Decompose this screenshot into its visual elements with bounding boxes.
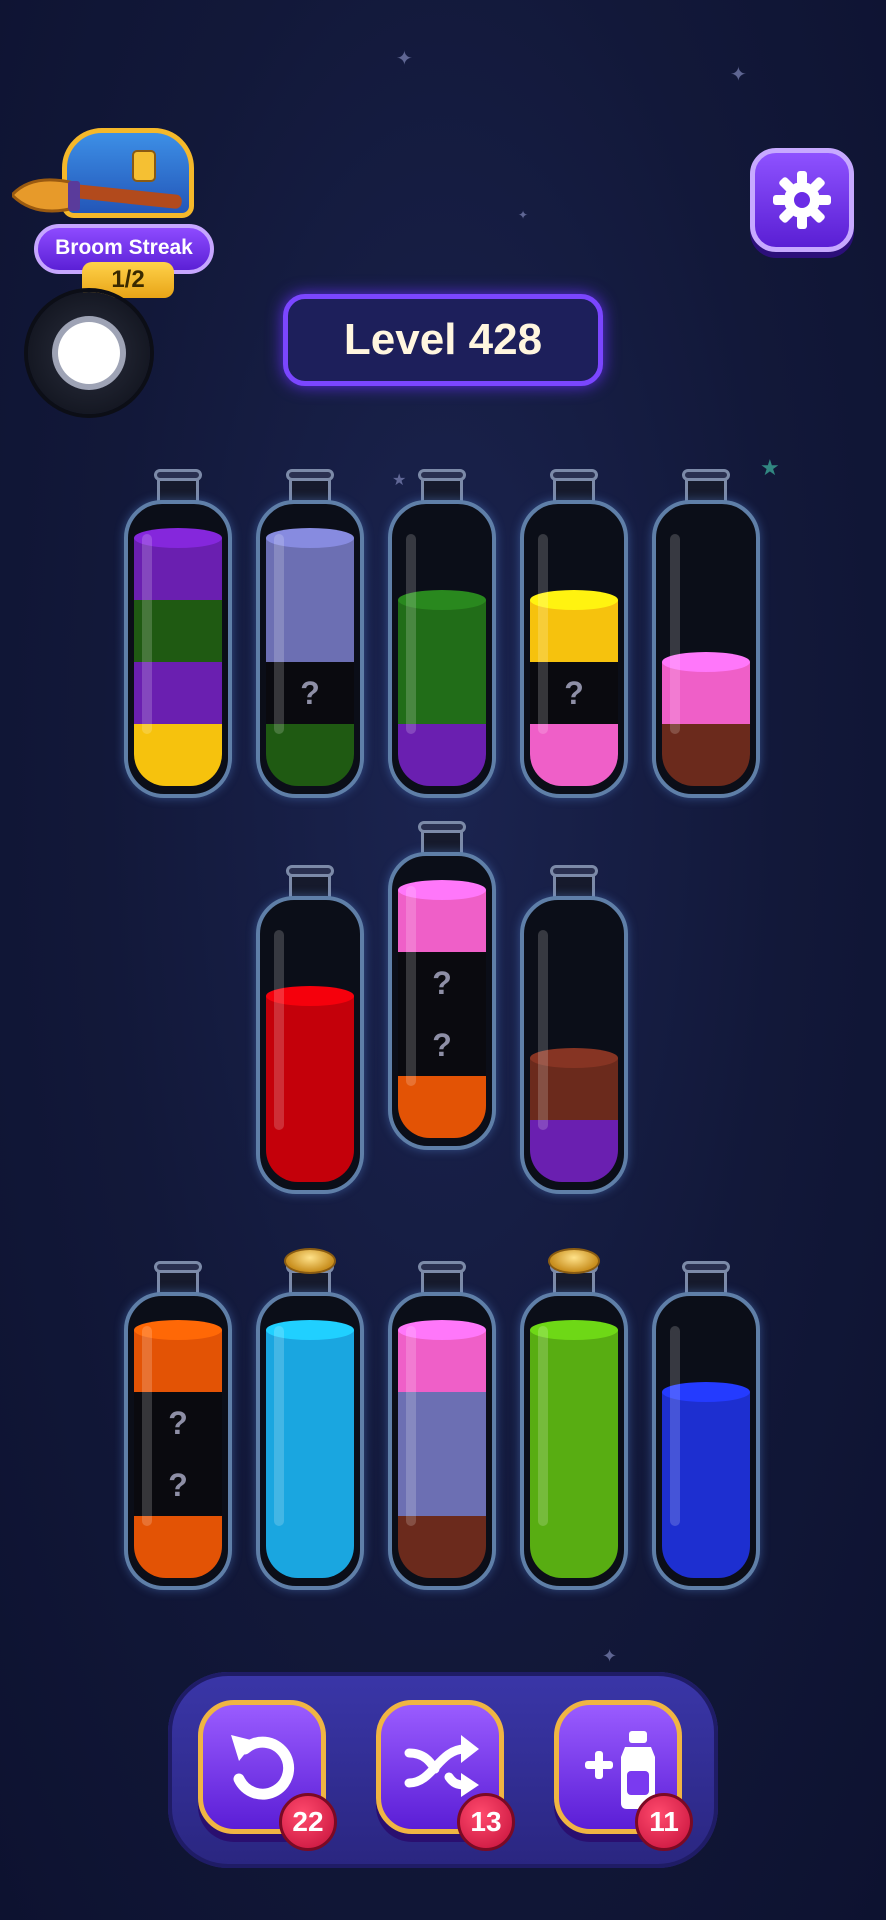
- undo-icon: [231, 1735, 295, 1800]
- add-bottle-count-badge: 11: [635, 1793, 693, 1851]
- bottle[interactable]: ?: [520, 469, 628, 800]
- shuffle-button[interactable]: 13: [376, 1700, 515, 1851]
- broom-streak-widget[interactable]: Broom Streak 1/2: [12, 118, 214, 308]
- cork-icon: [548, 1248, 600, 1274]
- bottle[interactable]: [520, 865, 628, 1196]
- glass-shine: [538, 930, 548, 1130]
- level-indicator: Level 428: [283, 294, 603, 386]
- bottle-glass: [520, 896, 628, 1194]
- bottle-glass: [652, 1292, 760, 1590]
- bottle-glass: ?: [520, 500, 628, 798]
- bottle-glass: ?: [256, 500, 364, 798]
- bottle[interactable]: [388, 469, 496, 800]
- bottle[interactable]: [652, 469, 760, 800]
- glass-shine: [406, 534, 416, 734]
- bottle[interactable]: [256, 865, 364, 1196]
- bottle-glass: [388, 1292, 496, 1590]
- glass-shine: [406, 886, 416, 1086]
- record-button[interactable]: [28, 292, 150, 414]
- bottle-neck: [418, 469, 466, 504]
- bottle-neck: [550, 865, 598, 900]
- gear-icon: [773, 171, 831, 229]
- star-decoration: ✦: [730, 62, 747, 86]
- bottle-neck: [418, 821, 466, 856]
- cork-icon: [284, 1248, 336, 1274]
- glass-shine: [274, 930, 284, 1130]
- glass-shine: [670, 1326, 680, 1526]
- bottle-glass: ??: [124, 1292, 232, 1590]
- star-decoration: ✦: [396, 46, 413, 70]
- bottle-glass: [256, 1292, 364, 1590]
- bottle[interactable]: [652, 1261, 760, 1592]
- glass-shine: [406, 1326, 416, 1526]
- glass-shine: [274, 534, 284, 734]
- bottle-neck: [682, 1261, 730, 1296]
- bottle[interactable]: [388, 1261, 496, 1592]
- star-decoration: ★: [760, 456, 780, 481]
- glass-shine: [142, 534, 152, 734]
- bottle[interactable]: [520, 1248, 628, 1592]
- glass-shine: [670, 534, 680, 734]
- shuffle-count-badge: 13: [457, 1793, 515, 1851]
- broom-icon: [12, 178, 182, 213]
- bottle[interactable]: ??: [388, 821, 496, 1152]
- bottle[interactable]: ??: [124, 1261, 232, 1592]
- bottle[interactable]: [256, 1248, 364, 1592]
- undo-button[interactable]: 22: [198, 1700, 337, 1851]
- bottle-neck: [550, 469, 598, 504]
- settings-button[interactable]: [750, 148, 854, 252]
- undo-count-badge: 22: [279, 1793, 337, 1851]
- powerup-toolbar: 22 13 11: [168, 1672, 718, 1868]
- shuffle-icon: [404, 1735, 479, 1797]
- bottle-neck: [286, 469, 334, 504]
- bottle-glass: [520, 1292, 628, 1590]
- star-decoration: ✦: [602, 1646, 618, 1667]
- bottle-glass: [652, 500, 760, 798]
- star-decoration: ✦: [518, 208, 529, 222]
- bottle-glass: ??: [388, 852, 496, 1150]
- bottle-neck: [418, 1261, 466, 1296]
- bottle-neck: [154, 1261, 202, 1296]
- glass-shine: [538, 1326, 548, 1526]
- glass-shine: [274, 1326, 284, 1526]
- bottle-neck: [154, 469, 202, 504]
- glass-shine: [538, 534, 548, 734]
- bottle-neck: [286, 865, 334, 900]
- bottle-glass: [388, 500, 496, 798]
- glass-shine: [142, 1326, 152, 1526]
- bottle-glass: [124, 500, 232, 798]
- bottle[interactable]: ?: [256, 469, 364, 800]
- record-icon: [58, 322, 120, 384]
- bottle-glass: [256, 896, 364, 1194]
- bottle[interactable]: [124, 469, 232, 800]
- bottle-neck: [682, 469, 730, 504]
- add-bottle-button[interactable]: 11: [554, 1700, 693, 1851]
